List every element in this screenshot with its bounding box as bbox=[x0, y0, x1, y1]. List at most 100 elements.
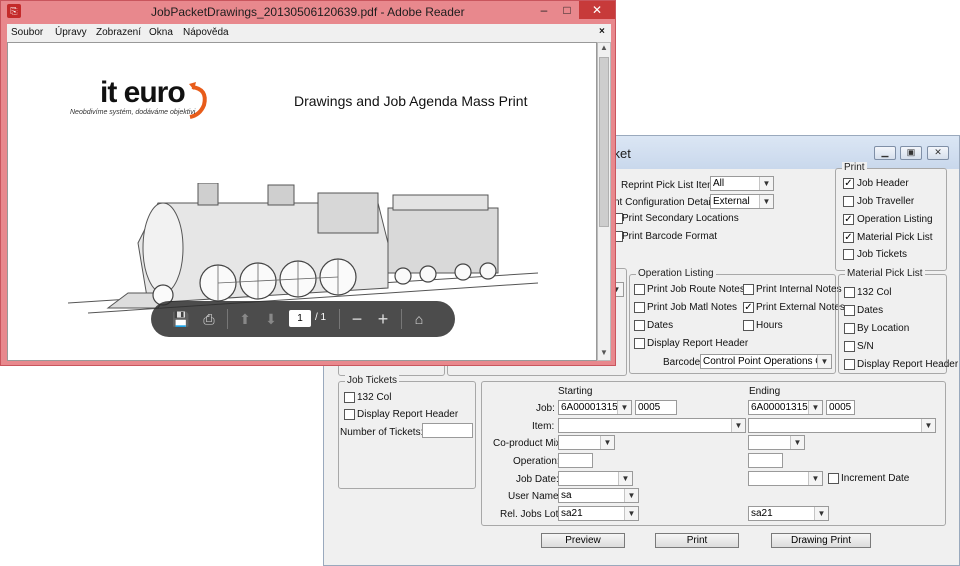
barcode-label: Barcode: bbox=[663, 357, 704, 368]
zoom-out-icon[interactable]: − bbox=[347, 309, 367, 329]
save-icon[interactable]: 💾 bbox=[171, 309, 191, 329]
mpl-display-header-checkbox[interactable] bbox=[844, 359, 855, 370]
mpl-132col-checkbox[interactable] bbox=[844, 287, 855, 298]
job-tickets-label: Job Tickets bbox=[857, 249, 908, 260]
operation-listing-checkbox[interactable]: ✓ bbox=[843, 214, 854, 225]
reprint-select[interactable]: All ▼ bbox=[710, 176, 774, 191]
drawing-print-button[interactable]: Drawing Print bbox=[771, 533, 871, 548]
logo-tagline: Neobdivíme systém, dodáváme objektivi bbox=[70, 109, 196, 116]
chevron-down-icon: ▼ bbox=[618, 472, 632, 485]
increment-date-label: Increment Date bbox=[841, 473, 910, 484]
menu-upravy[interactable]: Úpravy bbox=[55, 27, 87, 38]
next-page-icon[interactable]: ⬇ bbox=[261, 309, 281, 329]
maximize-icon[interactable]: ▣ bbox=[900, 146, 922, 160]
toolbar-divider bbox=[227, 309, 228, 329]
mpl-dates-checkbox[interactable] bbox=[844, 305, 855, 316]
user-name-select[interactable]: sa ▼ bbox=[558, 488, 639, 503]
chevron-down-icon: ▼ bbox=[817, 355, 831, 368]
op-dates-label: Dates bbox=[647, 320, 674, 331]
matl-notes-checkbox[interactable] bbox=[634, 302, 645, 313]
job-label: Job: bbox=[536, 403, 555, 414]
home-icon[interactable]: ⌂ bbox=[409, 309, 429, 329]
op-dates-checkbox[interactable] bbox=[634, 320, 645, 331]
internal-notes-checkbox[interactable] bbox=[743, 284, 754, 295]
rel-jobs-lot-end-select[interactable]: sa21 ▼ bbox=[748, 506, 829, 521]
external-notes-label: Print External Notes bbox=[756, 302, 845, 313]
external-notes-checkbox[interactable]: ✓ bbox=[743, 302, 754, 313]
minimize-icon[interactable]: ▁ bbox=[874, 146, 896, 160]
print-group-title: Print bbox=[842, 162, 867, 173]
op-display-header-label: Display Report Header bbox=[647, 338, 749, 349]
menu-okna[interactable]: Okna bbox=[149, 27, 173, 38]
job-date-end-select[interactable]: ▼ bbox=[748, 471, 823, 486]
job-date-start-select[interactable]: ▼ bbox=[558, 471, 633, 486]
vertical-scrollbar[interactable]: ▲ ▼ bbox=[597, 42, 611, 361]
toolbar-divider bbox=[339, 309, 340, 329]
close-document-icon[interactable]: × bbox=[599, 26, 605, 37]
route-notes-checkbox[interactable] bbox=[634, 284, 645, 295]
reprint-label: Reprint Pick List Items: bbox=[621, 180, 724, 191]
barcode-select[interactable]: Control Point Operations Only ▼ bbox=[700, 354, 832, 369]
job-start-suffix-input[interactable]: 0005 bbox=[635, 400, 677, 415]
mpl-display-header-label: Display Report Header bbox=[857, 359, 959, 370]
page-number-input[interactable]: 1 bbox=[289, 310, 311, 327]
job-end-select[interactable]: 6A00001315 ▼ bbox=[748, 400, 823, 415]
item-label: Item: bbox=[532, 421, 555, 432]
maximize-icon[interactable]: □ bbox=[556, 1, 578, 19]
print-button[interactable]: Print bbox=[655, 533, 739, 548]
num-tickets-input[interactable] bbox=[422, 423, 473, 438]
zoom-in-icon[interactable]: + bbox=[373, 309, 393, 329]
mpl-132col-label: 132 Col bbox=[857, 287, 892, 298]
menu-zobrazeni[interactable]: Zobrazení bbox=[96, 27, 141, 38]
chevron-down-icon: ▼ bbox=[808, 472, 822, 485]
toolbar-divider bbox=[401, 309, 402, 329]
jt-display-header-checkbox[interactable] bbox=[344, 409, 355, 420]
config-select[interactable]: External ▼ bbox=[710, 194, 774, 209]
rel-jobs-lot-start-select[interactable]: sa21 ▼ bbox=[558, 506, 639, 521]
item-end-select[interactable]: ▼ bbox=[748, 418, 936, 433]
menu-soubor[interactable]: Soubor bbox=[11, 27, 43, 38]
job-end-suffix-input[interactable]: 0005 bbox=[826, 400, 855, 415]
op-display-header-checkbox[interactable] bbox=[634, 338, 645, 349]
scroll-up-icon[interactable]: ▲ bbox=[600, 43, 608, 52]
close-icon[interactable]: ✕ bbox=[927, 146, 949, 160]
job-tickets-checkbox[interactable] bbox=[843, 249, 854, 260]
config-label: nt Configuration Details: bbox=[614, 197, 721, 208]
print-group: Print ✓ Job Header Job Traveller ✓ Opera… bbox=[835, 162, 947, 271]
adobe-reader-window: ⎘ JobPacketDrawings_20130506120639.pdf -… bbox=[0, 0, 616, 366]
mpl-sn-checkbox[interactable] bbox=[844, 341, 855, 352]
material-pick-list-label: Material Pick List bbox=[857, 232, 933, 243]
chevron-down-icon: ▼ bbox=[921, 419, 935, 432]
close-icon[interactable]: ✕ bbox=[579, 1, 615, 19]
preview-button[interactable]: Preview bbox=[541, 533, 625, 548]
operation-listing-group: Operation Listing Print Job Route Notes … bbox=[629, 268, 845, 374]
route-notes-label: Print Job Route Notes bbox=[647, 284, 745, 295]
job-traveller-checkbox[interactable] bbox=[843, 196, 854, 207]
menu-bar: Soubor Úpravy Zobrazení Okna Nápověda × bbox=[7, 24, 611, 42]
job-start-select[interactable]: 6A00001315 ▼ bbox=[558, 400, 632, 415]
item-start-select[interactable]: ▼ bbox=[558, 418, 746, 433]
hours-checkbox[interactable] bbox=[743, 320, 754, 331]
material-pick-list-checkbox[interactable]: ✓ bbox=[843, 232, 854, 243]
mpl-by-location-checkbox[interactable] bbox=[844, 323, 855, 334]
minimize-icon[interactable]: – bbox=[533, 1, 555, 19]
scroll-down-icon[interactable]: ▼ bbox=[600, 348, 608, 357]
ending-label: Ending bbox=[749, 386, 781, 397]
user-name-label: User Name: bbox=[508, 491, 562, 502]
job-header-checkbox[interactable]: ✓ bbox=[843, 178, 854, 189]
starting-label: Starting bbox=[558, 386, 593, 397]
previous-page-icon[interactable]: ⬆ bbox=[235, 309, 255, 329]
scrollbar-thumb[interactable] bbox=[599, 57, 609, 227]
print-icon[interactable]: ⎙ bbox=[199, 309, 219, 329]
menu-napoveda[interactable]: Nápověda bbox=[183, 27, 229, 38]
coproduct-start-select[interactable]: ▼ bbox=[558, 435, 615, 450]
operation-end-input[interactable] bbox=[748, 453, 783, 468]
operation-start-input[interactable] bbox=[558, 453, 593, 468]
increment-date-checkbox[interactable] bbox=[828, 473, 839, 484]
num-tickets-label: Number of Tickets: bbox=[340, 427, 424, 438]
coproduct-end-select[interactable]: ▼ bbox=[748, 435, 805, 450]
reader-title: JobPacketDrawings_20130506120639.pdf - A… bbox=[151, 5, 465, 19]
job-tickets-group: Job Tickets 132 Col Display Report Heade… bbox=[338, 375, 476, 489]
chevron-down-icon: ▼ bbox=[759, 177, 773, 190]
jt-132col-checkbox[interactable] bbox=[344, 392, 355, 403]
